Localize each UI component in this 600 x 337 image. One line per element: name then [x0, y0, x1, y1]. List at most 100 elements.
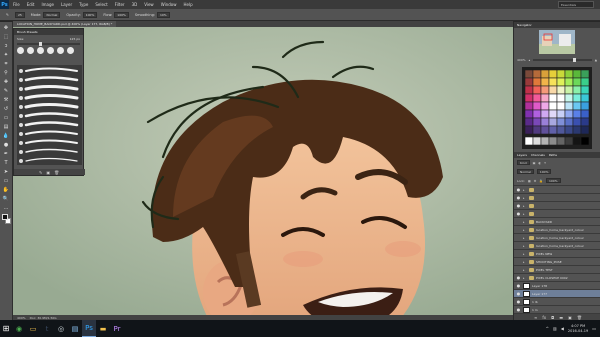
tray-arrow-icon[interactable]: ^	[546, 326, 549, 331]
brush-tool-icon[interactable]: ✎	[6, 13, 9, 17]
chrome-icon[interactable]: ◉	[12, 320, 26, 337]
steam-icon[interactable]: ◎	[54, 320, 68, 337]
new-layer-icon[interactable]: ▣	[568, 315, 572, 320]
visibility-eye-icon[interactable]: ●	[516, 291, 521, 296]
expand-arrow-icon[interactable]: ▸	[523, 220, 527, 224]
link-layers-icon[interactable]: ∞	[534, 315, 537, 320]
layer-row[interactable]: ▸ location_home_backyard_colour	[514, 241, 600, 249]
layer-name[interactable]: PIXEL TEST	[536, 268, 553, 272]
layer-name[interactable]: location_home_backyard_colour	[536, 236, 584, 240]
type-tool-icon[interactable]: T	[2, 160, 10, 166]
expand-arrow-icon[interactable]: ▸	[523, 228, 527, 232]
layer-row[interactable]: ▸ location_home_backyard_colour	[514, 233, 600, 241]
menu-select[interactable]: Select	[95, 2, 107, 7]
menu-help[interactable]: Help	[183, 2, 192, 7]
navigator-zoom-value[interactable]: 400%	[517, 58, 526, 62]
expand-arrow-icon[interactable]: ▸	[523, 236, 527, 240]
delete-layer-icon[interactable]: 🗑	[577, 315, 582, 320]
layer-row[interactable]: ▸ PIXEL NEW	[514, 249, 600, 257]
expand-arrow-icon[interactable]: ▸	[523, 276, 527, 280]
crop-tool-icon[interactable]: ⌗	[2, 61, 10, 67]
layer-row[interactable]: ● Layer 178	[514, 281, 600, 289]
menu-type[interactable]: Type	[79, 2, 88, 7]
brush-size-knob[interactable]	[39, 42, 42, 46]
tab-layers[interactable]: Layers	[517, 153, 527, 157]
mode-select[interactable]: Normal	[43, 11, 61, 18]
opacity-field[interactable]: 100%	[82, 11, 98, 18]
blend-mode-select[interactable]: Normal	[517, 169, 534, 174]
hand-tool-icon[interactable]: ✋	[2, 187, 10, 193]
layer-row[interactable]: ▸ BACKYARD	[514, 217, 600, 225]
volume-icon[interactable]: ◀	[561, 326, 564, 331]
layer-row[interactable]: ● Layer 177	[514, 289, 600, 297]
history-brush-icon[interactable]: ↺	[2, 106, 10, 112]
brush-tip[interactable]	[47, 47, 54, 54]
menu-file[interactable]: File	[13, 2, 20, 7]
layer-row[interactable]: ● ▸ PIXEL CLOSEUP 0002	[514, 273, 600, 281]
layer-style-icon[interactable]: fx	[542, 315, 546, 320]
visibility-eye-icon[interactable]: ●	[516, 283, 521, 288]
layer-row[interactable]: ▸ location_home_backyard_colour	[514, 225, 600, 233]
filter-pixel-icon[interactable]: ▣	[533, 161, 536, 165]
layer-row[interactable]: ● 1 ln	[514, 305, 600, 313]
expand-arrow-icon[interactable]: ▸	[523, 204, 527, 208]
expand-arrow-icon[interactable]: ▸	[523, 260, 527, 264]
layer-row[interactable]: ● 1 lb	[514, 297, 600, 305]
dodge-tool-icon[interactable]: ●	[2, 142, 10, 148]
layer-opacity-field[interactable]: 100%	[536, 169, 552, 174]
layer-name[interactable]: 1 lb	[532, 300, 538, 304]
clock[interactable]: 4:07 PM 2016-04-19	[568, 324, 588, 334]
layer-name[interactable]: location_home_backyard_colour	[536, 228, 584, 232]
layer-name[interactable]: location_home_backyard_colour	[536, 244, 584, 248]
tab-paths[interactable]: Paths	[549, 153, 557, 157]
filter-type-icon[interactable]: T	[544, 161, 546, 165]
brush-tip[interactable]	[37, 47, 44, 54]
notepad-icon[interactable]: ▤	[68, 320, 82, 337]
color-wheel-panel[interactable]	[522, 67, 592, 149]
navigator-zoom-knob[interactable]	[573, 58, 577, 62]
notifications-icon[interactable]: ▭	[592, 326, 596, 331]
layer-name[interactable]: Layer 177	[532, 292, 547, 296]
expand-arrow-icon[interactable]: ▸	[523, 244, 527, 248]
brush-size-readout[interactable]: 125 px	[70, 37, 80, 41]
menu-edit[interactable]: Edit	[27, 2, 35, 7]
eyedropper-icon[interactable]: ⚲	[2, 70, 10, 76]
tumblr-icon[interactable]: t	[40, 320, 54, 337]
color-swatches[interactable]	[0, 214, 13, 226]
lasso-tool-icon[interactable]: ↄ	[2, 43, 10, 49]
filter-adjust-icon[interactable]: ◐	[538, 161, 541, 165]
zoom-in-icon[interactable]: ▲	[595, 58, 597, 62]
menu-filter[interactable]: Filter	[115, 2, 125, 7]
more-tools-icon[interactable]: …	[2, 205, 10, 211]
menu-view[interactable]: View	[144, 2, 154, 7]
brush-tool-icon[interactable]: ✎	[2, 88, 10, 94]
navigator-tab[interactable]: Navigator	[514, 22, 600, 28]
layer-row[interactable]: ● ▸	[514, 201, 600, 209]
shape-tool-icon[interactable]: ▭	[2, 178, 10, 184]
expand-arrow-icon[interactable]: ▸	[523, 188, 527, 192]
gradient-tool-icon[interactable]: ▤	[2, 124, 10, 130]
add-mask-icon[interactable]: ◘	[551, 315, 554, 320]
navigator-thumbnail[interactable]	[539, 30, 575, 54]
quick-select-icon[interactable]: ✦	[2, 52, 10, 58]
new-group-icon[interactable]: ▬	[559, 315, 563, 320]
lock-all-icon[interactable]: 🔒	[539, 179, 543, 183]
layer-name[interactable]: PIXEL NEW	[536, 252, 552, 256]
layer-name[interactable]: SHOOTING_POSE	[536, 260, 562, 264]
brush-size-value[interactable]: 25	[14, 11, 25, 18]
layer-row[interactable]: ▸ SHOOTING_POSE	[514, 257, 600, 265]
premiere-icon[interactable]: Pr	[110, 320, 124, 337]
layer-name[interactable]: PIXEL CLOSEUP 0002	[536, 276, 568, 280]
zoom-tool-icon[interactable]: 🔍	[2, 196, 10, 202]
color-wheel[interactable]	[522, 67, 592, 149]
pen-tool-icon[interactable]: ✒	[2, 151, 10, 157]
menu-window[interactable]: Window	[161, 2, 177, 7]
foreground-color-swatch[interactable]	[1, 214, 8, 220]
menu-image[interactable]: Image	[41, 2, 54, 7]
visibility-eye-icon[interactable]: ●	[516, 203, 521, 208]
toggle-brush-panel-icon[interactable]: ✎	[39, 170, 42, 175]
healing-brush-icon[interactable]: ✚	[2, 79, 10, 85]
expand-arrow-icon[interactable]: ▸	[523, 268, 527, 272]
lock-position-icon[interactable]: ✥	[534, 179, 537, 183]
lock-pixels-icon[interactable]: ▦	[528, 179, 531, 183]
